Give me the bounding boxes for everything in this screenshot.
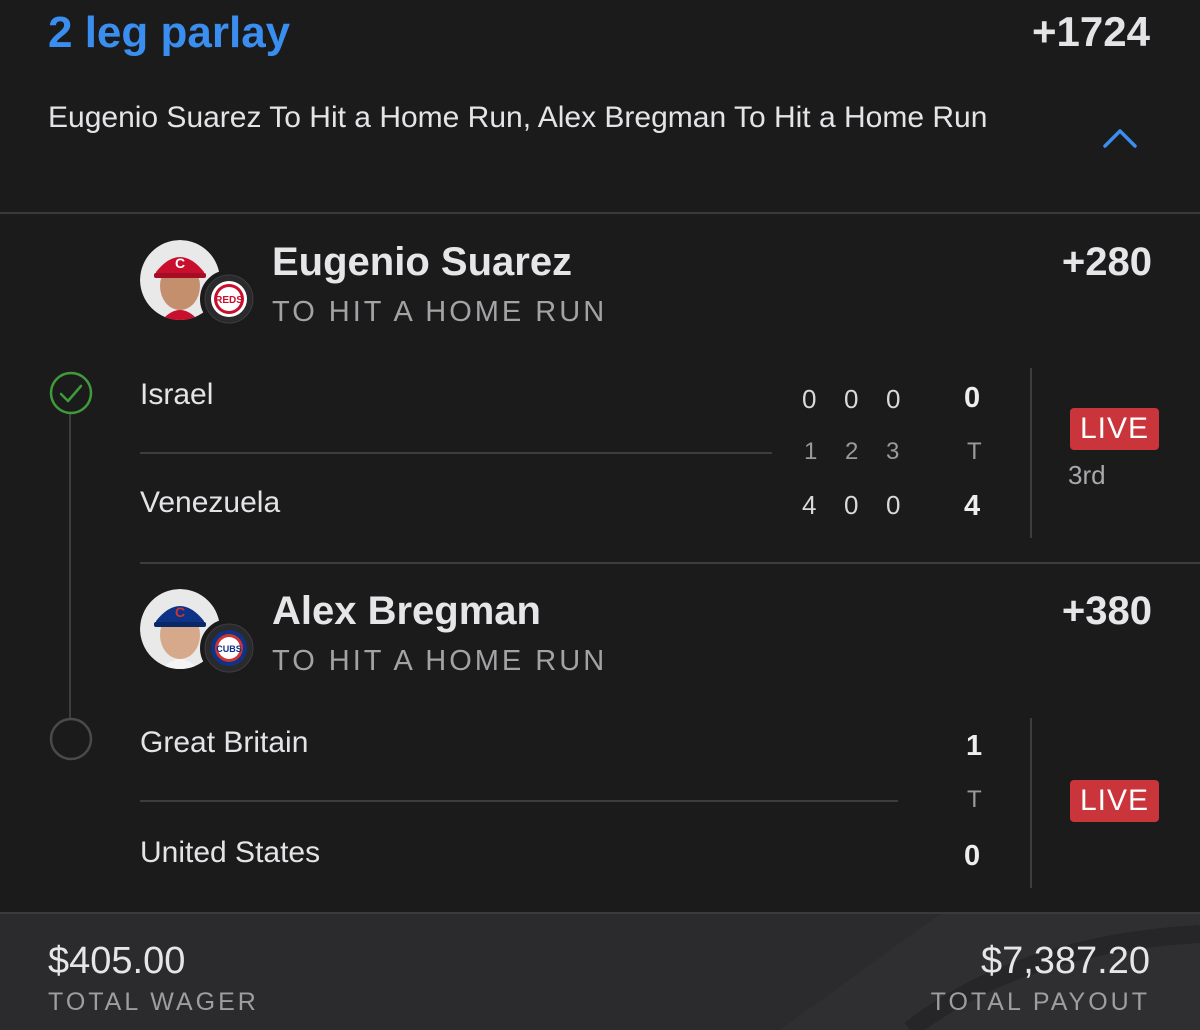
home-total: 0 — [964, 840, 981, 872]
scoreboard-1[interactable]: Israel Venezuela 0 0 0 0 1 2 3 T 4 0 0 4… — [140, 364, 1160, 544]
team-logo-icon: REDS — [200, 270, 258, 328]
live-badge: LIVE — [1070, 780, 1160, 822]
leg-timeline — [69, 414, 71, 718]
parlay-title: 2 leg parlay — [48, 8, 291, 57]
scoreboard-2[interactable]: Great Britain United States 1 T 0 LIVE — [140, 712, 1160, 892]
total-label: T — [967, 786, 982, 813]
away-total: 1 — [966, 730, 983, 762]
header-divider — [0, 212, 1200, 214]
home-team: Venezuela — [140, 486, 281, 519]
check-circle-icon — [49, 371, 93, 415]
chevron-up-icon[interactable] — [1102, 126, 1138, 150]
leg-2[interactable]: C CUBS Alex Bregman TO HIT A HOME RUN +3… — [140, 585, 1152, 685]
game-period: 3rd — [1068, 460, 1106, 490]
total-label: T — [967, 438, 982, 465]
svg-text:C: C — [175, 604, 185, 620]
live-badge: LIVE — [1070, 408, 1160, 450]
away-inning-3: 0 — [886, 384, 901, 414]
svg-text:CUBS: CUBS — [216, 644, 242, 654]
svg-text:REDS: REDS — [215, 295, 243, 306]
team-divider — [140, 452, 772, 454]
pending-circle-icon — [49, 717, 93, 761]
inning-label-2: 2 — [845, 438, 859, 465]
scoreboard-divider — [1030, 368, 1032, 538]
scoreboard-divider — [1030, 718, 1032, 888]
bet-market: TO HIT A HOME RUN — [272, 645, 608, 677]
leg-odds: +380 — [1061, 589, 1152, 633]
player-name: Eugenio Suarez — [272, 240, 573, 284]
away-team: Great Britain — [140, 726, 309, 759]
home-inning-3: 0 — [886, 490, 901, 520]
away-total: 0 — [964, 382, 981, 414]
home-inning-1: 4 — [802, 490, 817, 520]
leg-odds: +280 — [1061, 240, 1152, 284]
total-wager-label: TOTAL WAGER — [48, 988, 259, 1016]
leg-divider — [140, 562, 1200, 564]
parlay-summary: Eugenio Suarez To Hit a Home Run, Alex B… — [48, 101, 988, 134]
home-total: 4 — [964, 490, 981, 522]
leg-1[interactable]: C REDS Eugenio Suarez TO HIT A HOME RUN … — [140, 236, 1152, 336]
svg-text:C: C — [175, 255, 185, 271]
total-payout-label: TOTAL PAYOUT — [930, 988, 1150, 1016]
parlay-odds: +1724 — [1032, 8, 1150, 55]
total-wager: $405.00 — [48, 940, 186, 982]
home-team: United States — [140, 836, 321, 869]
away-inning-1: 0 — [802, 384, 817, 414]
player-name: Alex Bregman — [272, 589, 541, 633]
home-inning-2: 0 — [844, 490, 859, 520]
team-divider — [140, 800, 898, 802]
bet-market: TO HIT A HOME RUN — [272, 296, 608, 328]
total-payout: $7,387.20 — [980, 940, 1150, 982]
inning-label-3: 3 — [886, 438, 900, 465]
bet-footer: $405.00 TOTAL WAGER $7,387.20 TOTAL PAYO… — [0, 912, 1200, 1030]
away-inning-2: 0 — [844, 384, 859, 414]
away-team: Israel — [140, 378, 214, 411]
team-logo-icon: CUBS — [200, 619, 258, 677]
inning-label-1: 1 — [804, 438, 818, 465]
